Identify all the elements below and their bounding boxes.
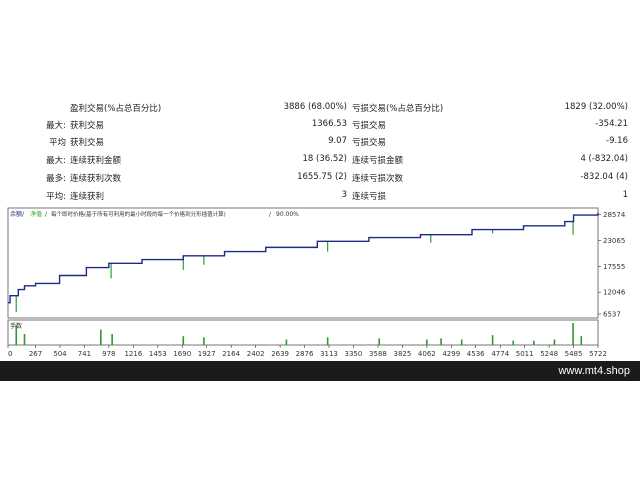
x-tick-label: 5485 — [565, 350, 583, 358]
stat-value-right: -832.04 (4) — [580, 172, 628, 182]
site-watermark: www.mt4.shop — [558, 365, 630, 377]
volume-bar — [99, 329, 102, 345]
volume-bar — [15, 325, 18, 345]
volume-bar — [378, 338, 380, 345]
stat-label-right: 亏损交易 — [352, 138, 387, 148]
y-tick-label: 12046 — [603, 289, 626, 297]
volume-bar — [553, 339, 556, 345]
volume-bar — [440, 338, 442, 345]
x-tick-label: 3825 — [393, 350, 411, 358]
volume-bar — [203, 337, 205, 345]
volume-bar — [580, 336, 583, 345]
x-tick-label: 3113 — [320, 350, 338, 358]
stat-label-right: 连续亏损次数 — [352, 174, 404, 184]
y-axis: 28574 23065 17555 12046 6537 — [598, 211, 626, 319]
y-tick-label: 17555 — [603, 263, 625, 271]
stat-row: 最多: 连续获利次数 1655.75 (2) 连续亏损次数 -832.04 (4… — [0, 170, 640, 186]
x-tick-label: 4299 — [442, 350, 460, 358]
main-plot-frame — [7, 207, 599, 319]
stat-label-left: 盈利交易(%占总百分比) — [70, 104, 162, 114]
stat-label-left: 获利交易 — [70, 138, 105, 148]
volume-bar — [182, 336, 185, 345]
stat-value-right: 1 — [622, 190, 628, 200]
x-tick-label: 2639 — [271, 350, 289, 358]
volume-bar — [426, 339, 428, 345]
x-tick-label: 978 — [102, 350, 115, 358]
modelling-quality: 90.00% — [276, 211, 299, 218]
volume-bar — [533, 340, 535, 345]
legend-equity: 净值 — [30, 210, 42, 218]
stat-row: 平均 获利交易 9.07 亏损交易 -9.16 — [0, 134, 640, 150]
stat-label-right: 亏损交易(%占总百分比) — [352, 104, 444, 114]
stat-value-left: 9.07 — [328, 136, 347, 146]
stat-value-left: 18 (36.52) — [302, 154, 347, 164]
balance-chart-svg: 余额 / 净值 / 每个即时价格(基于所有可利用的最小时段的每一个价格到分形插值… — [7, 207, 626, 358]
balance-chart: 余额 / 净值 / 每个即时价格(基于所有可利用的最小时段的每一个价格到分形插值… — [0, 206, 640, 358]
volume-bar — [460, 339, 463, 345]
stat-row-prefix: 最多: — [46, 174, 66, 184]
stat-row-prefix: 平均 — [48, 138, 66, 148]
stat-value-right: 4 (-832.04) — [580, 154, 628, 164]
stat-value-left: 3886 (68.00%) — [283, 102, 347, 112]
stat-row: 最大: 获利交易 1366.53 亏损交易 -354.21 — [0, 117, 640, 133]
x-tick-label: 2876 — [296, 350, 314, 358]
x-tick-label: 4062 — [418, 350, 436, 358]
stat-row-prefix: 平均: — [46, 192, 66, 202]
stat-value-right: 1829 (32.00%) — [564, 102, 628, 112]
stat-row-prefix: 最大: — [46, 156, 66, 166]
x-tick-label: 5248 — [540, 350, 558, 358]
stat-label-right: 连续亏损 — [352, 192, 387, 202]
volume-plot-frame — [7, 319, 599, 346]
x-tick-label: 1927 — [198, 350, 216, 358]
stat-label-left: 获利交易 — [70, 121, 105, 131]
stat-row: 盈利交易(%占总百分比) 3886 (68.00%) 亏损交易(%占总百分比) … — [0, 100, 640, 116]
x-tick-label: 0 — [8, 350, 12, 358]
volume-bar — [23, 334, 26, 345]
x-tick-label: 1453 — [149, 350, 167, 358]
stat-label-left: 连续获利次数 — [70, 174, 122, 184]
legend-balance: 余额 — [10, 210, 22, 218]
volume-bar — [512, 340, 515, 345]
volume-bar — [111, 334, 113, 345]
y-tick-label: 28574 — [603, 211, 626, 219]
stat-row: 最大: 连续获利金额 18 (36.52) 连续亏损金额 4 (-832.04) — [0, 152, 640, 168]
x-tick-label: 267 — [29, 350, 42, 358]
stat-label-right: 连续亏损金额 — [352, 156, 404, 166]
stat-value-left: 3 — [341, 190, 347, 200]
summary-stats: 盈利交易(%占总百分比) 3886 (68.00%) 亏损交易(%占总百分比) … — [0, 100, 640, 204]
stat-label-left: 连续获利 — [70, 192, 105, 202]
stat-value-left: 1366.53 — [311, 119, 347, 129]
x-tick-label: 2402 — [247, 350, 265, 358]
x-axis: 0 267 504 741 978 1216 1453 1690 1927 2164 2402 263… — [7, 345, 607, 358]
stat-row: 平均: 连续获利 3 连续亏损 1 — [0, 188, 640, 204]
volume-bar — [491, 335, 494, 345]
volume-bar — [285, 339, 288, 345]
volume-bar — [326, 337, 329, 345]
x-tick-label: 5722 — [589, 350, 607, 358]
x-tick-label: 1690 — [173, 350, 191, 358]
x-tick-label: 1216 — [124, 350, 142, 358]
stat-value-right: -9.16 — [606, 136, 628, 146]
x-tick-label: 4536 — [467, 350, 485, 358]
x-tick-label: 3588 — [369, 350, 387, 358]
stat-value-right: -354.21 — [595, 119, 628, 129]
chart-description: 每个即时价格(基于所有可利用的最小时段的每一个价格到分形插值计算) — [51, 210, 226, 218]
x-tick-label: 5011 — [516, 350, 534, 358]
x-tick-label: 4774 — [491, 350, 509, 358]
stat-label-left: 连续获利金额 — [70, 156, 122, 166]
volume-bar — [572, 323, 574, 345]
y-tick-label: 23065 — [603, 237, 625, 245]
y-tick-label: 6537 — [603, 311, 621, 319]
stat-label-right: 亏损交易 — [352, 121, 387, 131]
x-tick-label: 2164 — [222, 350, 240, 358]
stat-row-prefix: 最大: — [46, 121, 66, 131]
x-tick-label: 504 — [53, 350, 67, 358]
footer-bar: www.mt4.shop — [0, 361, 640, 381]
x-tick-label: 3350 — [345, 350, 363, 358]
x-tick-label: 741 — [78, 350, 91, 358]
stat-value-left: 1655.75 (2) — [297, 172, 347, 182]
